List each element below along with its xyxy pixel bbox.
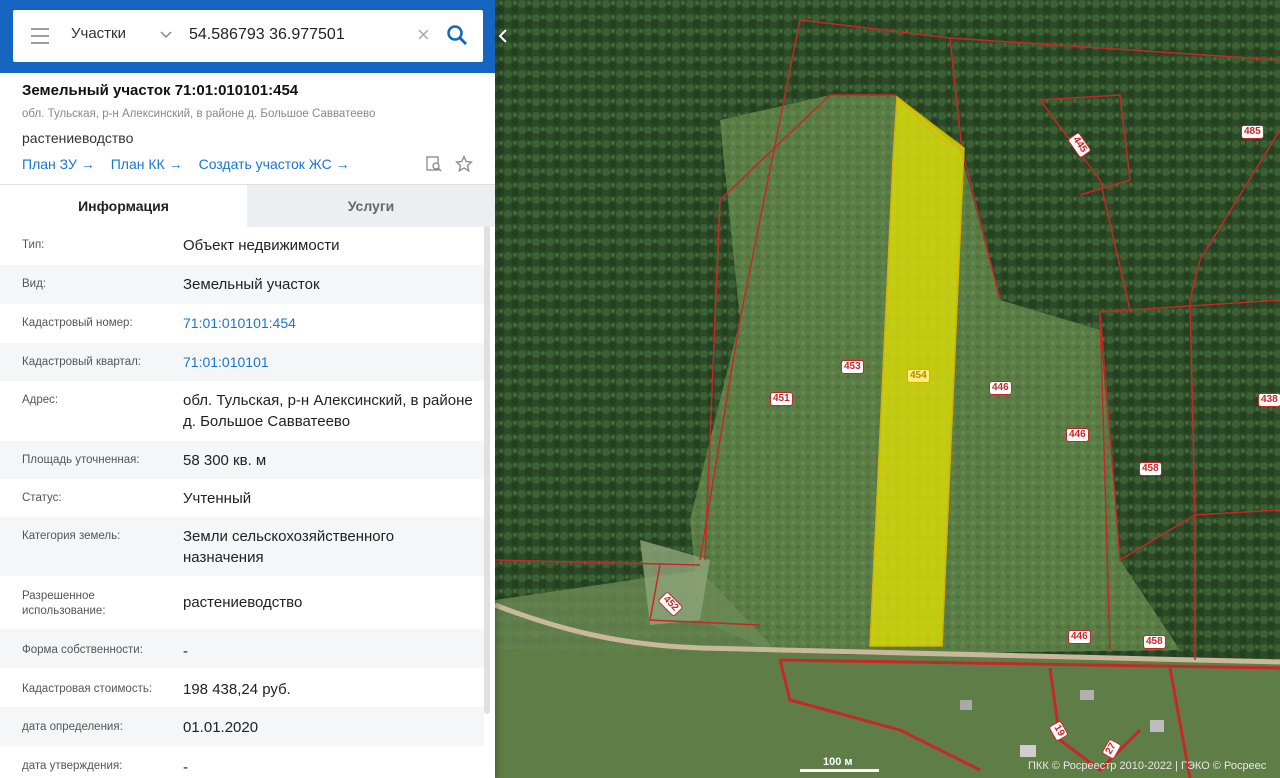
parcel-label[interactable]: 446 [989, 381, 1012, 395]
info-row: дата определения: 01.01.2020 [0, 707, 484, 746]
info-label: Кадастровая стоимость: [22, 683, 153, 695]
cadastral-quarter-link[interactable]: 71:01:010101 [183, 352, 473, 373]
parcel-links: План ЗУ → План КК → Создать участок ЖС → [22, 156, 366, 172]
info-value: Учтенный [183, 490, 252, 507]
info-label: Тип: [22, 239, 45, 251]
info-value: 198 438,24 руб. [183, 681, 291, 698]
info-value: обл. Тульская, р-н Алексинский, в районе… [183, 392, 473, 430]
star-icon[interactable] [455, 155, 473, 173]
info-label: Категория земель: [22, 530, 121, 542]
info-label: дата утверждения: [22, 760, 123, 772]
cadastral-number-link[interactable]: 71:01:010101:454 [183, 313, 473, 334]
parcel-title: Земельный участок 71:01:010101:454 [22, 82, 299, 99]
info-value: растениеводство [183, 594, 303, 611]
search-icon[interactable] [445, 23, 469, 47]
scrollbar[interactable] [484, 226, 490, 714]
info-table: Тип: Объект недвижимости Вид: Земельный … [0, 226, 484, 778]
parcel-label[interactable]: 451 [770, 392, 793, 406]
parcel-label[interactable]: 446 [1068, 630, 1091, 644]
parcel-label[interactable]: 438 [1258, 393, 1280, 407]
clear-icon[interactable]: × [417, 24, 437, 46]
parcel-label-selected[interactable]: 454 [907, 369, 930, 383]
info-row: Адрес: обл. Тульская, р-н Алексинский, в… [0, 381, 484, 441]
create-parcel-link[interactable]: Создать участок ЖС → [199, 156, 350, 172]
parcel-address: обл. Тульская, р-н Алексинский, в районе… [22, 108, 376, 120]
parcel-label[interactable]: 485 [1241, 125, 1264, 139]
info-row: Площадь уточненная: 58 300 кв. м [0, 441, 484, 479]
parcel-label[interactable]: 453 [841, 360, 864, 374]
tab-information[interactable]: Информация [0, 185, 247, 227]
chevron-down-icon[interactable] [159, 27, 173, 41]
info-value: 01.01.2020 [183, 719, 259, 736]
info-panel: Участки × Земельный участок 71:01:010101… [0, 0, 495, 778]
info-row: Тип: Объект недвижимости [0, 226, 484, 265]
scale-bar [800, 769, 879, 772]
info-label: Кадастровый номер: [22, 317, 133, 329]
search-box: Участки × [13, 10, 483, 62]
plan-zu-link[interactable]: План ЗУ → [22, 156, 95, 172]
info-value: - [183, 643, 188, 660]
info-value: - [183, 759, 188, 776]
search-input[interactable] [187, 25, 411, 45]
info-label: дата определения: [22, 721, 123, 733]
scale-label: 100 м [823, 756, 853, 768]
info-label: Статус: [22, 492, 62, 504]
info-label: Площадь уточненная: [22, 454, 140, 466]
parcel-label[interactable]: 458 [1139, 462, 1162, 476]
menu-icon[interactable] [31, 28, 49, 44]
copyright: ПКК © Росреестр 2010-2022 | ГЭКО © Росре… [1028, 760, 1267, 772]
info-row: Кадастровый номер: 71:01:010101:454 [0, 304, 484, 343]
info-row: Кадастровая стоимость: 198 438,24 руб. [0, 668, 484, 707]
info-row: Кадастровый квартал: 71:01:010101 [0, 343, 484, 381]
tab-bar: Информация Услуги [0, 184, 495, 227]
info-row: Статус: Учтенный [0, 479, 484, 517]
search-bar: Участки × [0, 0, 495, 73]
plan-kk-link[interactable]: План КК → [111, 156, 183, 172]
info-value: 58 300 кв. м [183, 452, 267, 469]
info-value: Объект недвижимости [183, 237, 340, 254]
info-label: Форма собственности: [22, 644, 143, 656]
info-label: Кадастровый квартал: [22, 356, 141, 368]
collapse-panel-icon[interactable] [494, 24, 512, 48]
info-row: Форма собственности: - [0, 629, 484, 668]
info-label: Вид: [22, 278, 46, 290]
info-row: Разрешенное использование: растениеводст… [0, 576, 484, 629]
info-row: дата утверждения: - [0, 746, 484, 778]
layer-select[interactable]: Участки [71, 25, 126, 42]
info-row: Вид: Земельный участок [0, 265, 484, 304]
parcel-label[interactable]: 446 [1066, 428, 1089, 442]
info-label: Разрешенное использование: [22, 590, 106, 617]
parcel-use: растениеводство [22, 130, 134, 146]
info-value: Земли сельскохозяйственного назначения [183, 528, 395, 566]
tab-services[interactable]: Услуги [247, 185, 495, 227]
info-row: Категория земель: Земли сельскохозяйстве… [0, 517, 484, 576]
parcel-label[interactable]: 458 [1143, 635, 1166, 649]
info-label: Адрес: [22, 394, 59, 406]
info-value: Земельный участок [183, 276, 320, 293]
document-search-icon[interactable] [425, 155, 443, 173]
